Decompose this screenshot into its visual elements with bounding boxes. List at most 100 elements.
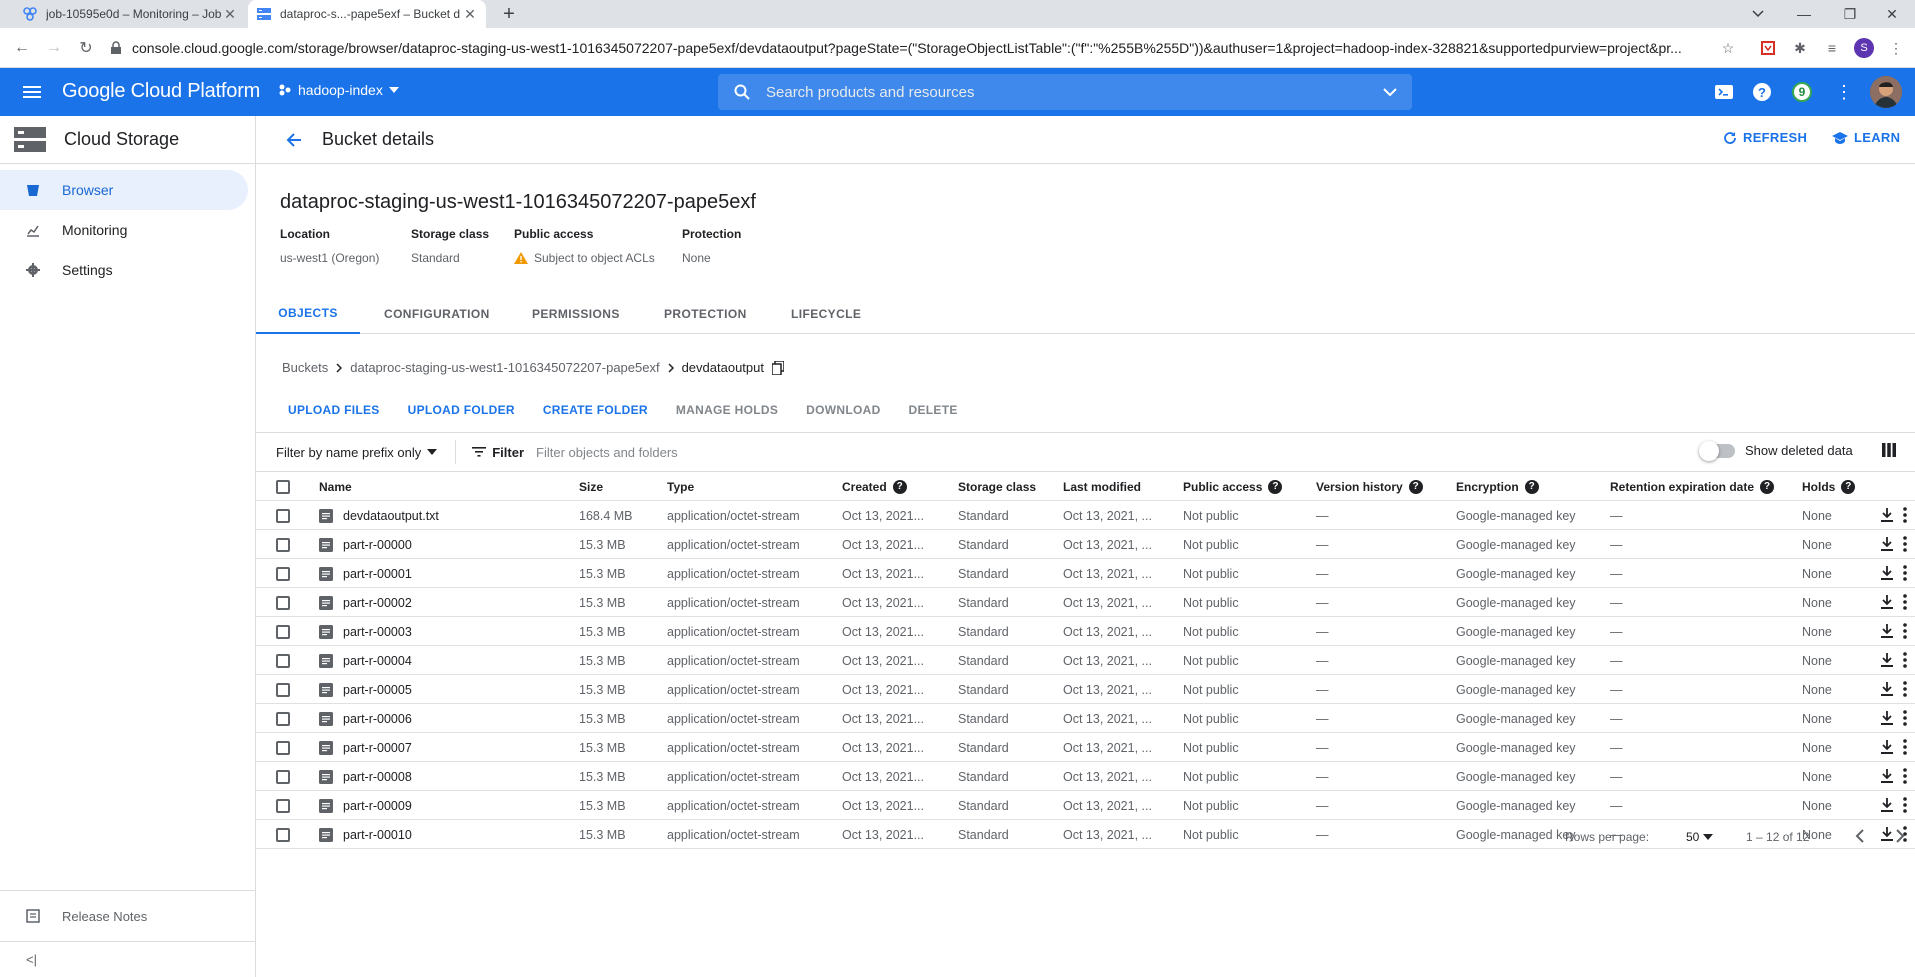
table-row[interactable]: part-r-00009 15.3 MB application/octet-str… [256, 791, 1915, 820]
table-row[interactable]: part-r-00007 15.3 MB application/octet-str… [256, 733, 1915, 762]
object-name[interactable]: part-r-00006 [343, 712, 412, 726]
download-icon[interactable] [1880, 566, 1894, 580]
object-name[interactable]: part-r-00000 [343, 538, 412, 552]
kebab-menu-icon[interactable]: ⋮ [1886, 38, 1906, 58]
table-row[interactable]: part-r-00003 15.3 MB application/octet-str… [256, 617, 1915, 646]
back-arrow-icon[interactable]: ← [8, 34, 36, 62]
close-icon[interactable]: ✕ [462, 6, 478, 22]
cell-name[interactable]: part-r-00006 [319, 704, 412, 733]
upload-folder-button[interactable]: UPLOAD FOLDER [394, 403, 529, 417]
hamburger-menu-icon[interactable] [18, 80, 46, 104]
manage-holds-button[interactable]: MANAGE HOLDS [662, 403, 792, 417]
col-version-history[interactable]: Version history? [1316, 472, 1423, 501]
copy-icon[interactable] [771, 360, 784, 375]
sidebar-item-monitoring[interactable]: Monitoring [0, 210, 255, 250]
table-row[interactable]: part-r-00005 15.3 MB application/octet-str… [256, 675, 1915, 704]
minimize-button[interactable]: — [1781, 0, 1827, 28]
cell-name[interactable]: part-r-00004 [319, 646, 412, 675]
upload-files-button[interactable]: UPLOAD FILES [274, 403, 394, 417]
table-row[interactable]: part-r-00004 15.3 MB application/octet-str… [256, 646, 1915, 675]
cloud-shell-icon[interactable] [1712, 80, 1736, 104]
table-row[interactable]: part-r-00006 15.3 MB application/octet-str… [256, 704, 1915, 733]
row-checkbox[interactable] [276, 675, 290, 704]
more-options-icon[interactable] [1903, 623, 1907, 639]
address-bar[interactable]: console.cloud.google.com/storage/browser… [110, 33, 1770, 63]
cell-name[interactable]: part-r-00008 [319, 762, 412, 791]
profile-avatar[interactable]: S [1854, 38, 1874, 58]
forward-arrow-icon[interactable]: → [40, 34, 68, 62]
col-storage-class[interactable]: Storage class [958, 472, 1036, 501]
browser-tab-active[interactable]: dataproc-s...-pape5exf – Bucket d ✕ [248, 0, 486, 28]
table-row[interactable]: part-r-00002 15.3 MB application/octet-str… [256, 588, 1915, 617]
row-checkbox[interactable] [276, 704, 290, 733]
object-name[interactable]: part-r-00005 [343, 683, 412, 697]
help-icon[interactable]: ? [1268, 479, 1283, 494]
restore-button[interactable]: ❐ [1827, 0, 1873, 28]
prev-page-icon[interactable] [1850, 826, 1870, 846]
col-last-modified[interactable]: Last modified [1063, 472, 1141, 501]
object-name[interactable]: part-r-00001 [343, 567, 412, 581]
download-icon[interactable] [1880, 508, 1894, 522]
col-encryption[interactable]: Encryption? [1456, 472, 1539, 501]
rows-per-page-select[interactable]: 50 [1686, 830, 1714, 844]
reload-icon[interactable]: ↻ [72, 34, 100, 62]
object-name[interactable]: part-r-00003 [343, 625, 412, 639]
col-type[interactable]: Type [667, 472, 694, 501]
row-checkbox[interactable] [276, 530, 290, 559]
refresh-button[interactable]: REFRESH [1723, 130, 1807, 145]
help-icon[interactable]: ? [1760, 479, 1775, 494]
table-row[interactable]: part-r-00000 15.3 MB application/octet-str… [256, 530, 1915, 559]
sidebar-item-browser[interactable]: Browser [0, 170, 248, 210]
row-checkbox[interactable] [276, 617, 290, 646]
tab-search-icon[interactable] [1735, 0, 1781, 28]
download-icon[interactable] [1880, 740, 1894, 754]
toggle-switch[interactable] [1699, 440, 1735, 461]
download-icon[interactable] [1880, 624, 1894, 638]
puzzle-icon[interactable]: ✱ [1790, 38, 1810, 58]
sidebar-item-release-notes[interactable]: Release Notes [0, 891, 255, 941]
download-button[interactable]: DOWNLOAD [792, 403, 894, 417]
more-options-icon[interactable] [1903, 681, 1907, 697]
back-arrow-icon[interactable] [270, 132, 318, 148]
cell-name[interactable]: part-r-00002 [319, 588, 412, 617]
collapse-sidebar-icon[interactable]: <| [0, 941, 255, 977]
table-row[interactable]: devdataoutput.txt 168.4 MB application/oct… [256, 501, 1915, 530]
create-folder-button[interactable]: CREATE FOLDER [529, 403, 662, 417]
cell-name[interactable]: devdataoutput.txt [319, 501, 439, 530]
object-name[interactable]: part-r-00004 [343, 654, 412, 668]
object-name[interactable]: devdataoutput.txt [343, 509, 439, 523]
download-icon[interactable] [1880, 595, 1894, 609]
cell-name[interactable]: part-r-00000 [319, 530, 412, 559]
new-tab-button[interactable]: + [496, 2, 522, 26]
row-checkbox[interactable] [276, 646, 290, 675]
show-deleted-toggle[interactable]: Show deleted data [1699, 440, 1853, 461]
help-icon[interactable]: ? [1750, 80, 1774, 104]
more-options-icon[interactable] [1903, 507, 1907, 523]
more-options-icon[interactable] [1903, 565, 1907, 581]
help-icon[interactable]: ? [892, 479, 907, 494]
download-icon[interactable] [1880, 711, 1894, 725]
col-retention[interactable]: Retention expiration date? [1610, 472, 1775, 501]
object-name[interactable]: part-r-00002 [343, 596, 412, 610]
help-icon[interactable]: ? [1841, 479, 1856, 494]
row-checkbox[interactable] [276, 559, 290, 588]
tab-lifecycle[interactable]: LIFECYCLE [791, 294, 861, 334]
project-selector[interactable]: hadoop-index [278, 82, 399, 98]
cell-name[interactable]: part-r-00001 [319, 559, 412, 588]
avatar[interactable] [1870, 76, 1902, 108]
more-options-icon[interactable] [1903, 710, 1907, 726]
breadcrumb-bucket[interactable]: dataproc-staging-us-west1-1016345072207-… [350, 360, 659, 375]
download-icon[interactable] [1880, 798, 1894, 812]
cell-name[interactable]: part-r-00003 [319, 617, 412, 646]
sidebar-item-settings[interactable]: Settings [0, 250, 255, 290]
learn-button[interactable]: LEARN [1832, 130, 1900, 145]
chevron-down-icon[interactable] [1368, 88, 1412, 96]
col-name[interactable]: Name [319, 472, 352, 501]
col-size[interactable]: Size [579, 472, 603, 501]
more-options-icon[interactable] [1903, 739, 1907, 755]
download-icon[interactable] [1880, 769, 1894, 783]
more-options-icon[interactable] [1903, 536, 1907, 552]
table-row[interactable]: part-r-00008 15.3 MB application/octet-str… [256, 762, 1915, 791]
object-name[interactable]: part-r-00007 [343, 741, 412, 755]
download-icon[interactable] [1880, 537, 1894, 551]
